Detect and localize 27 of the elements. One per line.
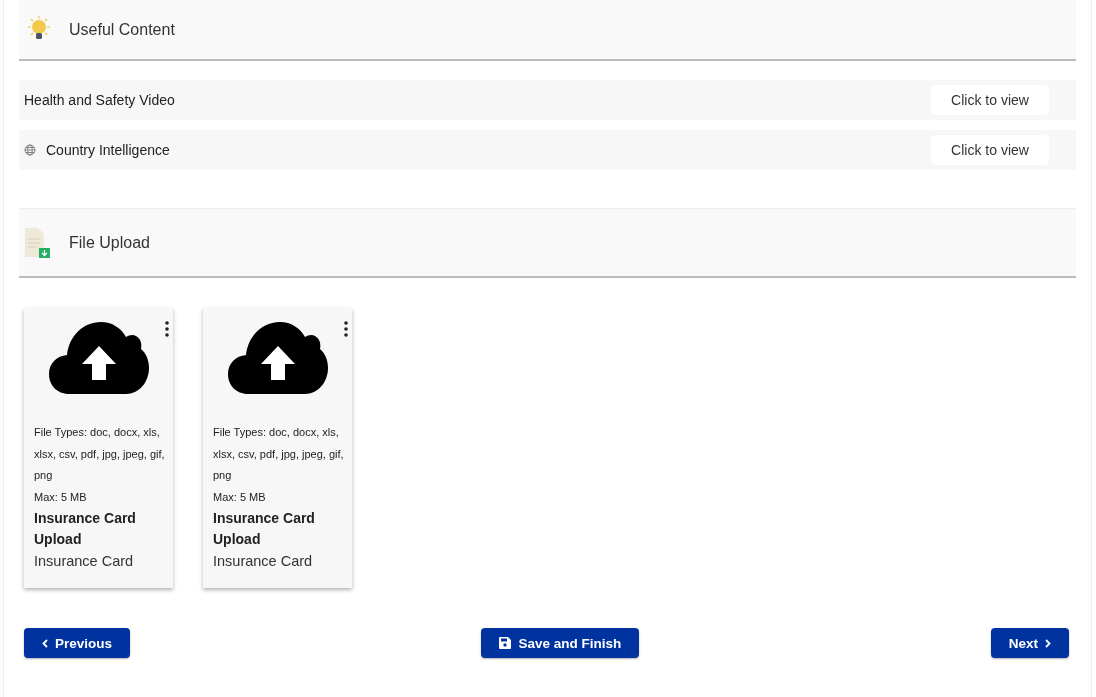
section-title: File Upload — [69, 233, 150, 252]
card-title: Insurance Card Upload — [213, 509, 316, 549]
chevron-left-icon — [42, 638, 48, 648]
file-types-text: File Types: doc, docx, xls, xlsx, csv, pdf, jpg, jpeg, gif, png — [34, 425, 166, 483]
view-button[interactable]: Click to view — [931, 85, 1049, 115]
section-title: Useful Content — [69, 20, 175, 39]
cloud-upload-icon — [228, 322, 328, 394]
file-types-text: File Types: doc, docx, xls, xlsx, csv, pdf, jpg, jpeg, gif, png — [213, 425, 345, 483]
upload-card[interactable]: File Types: doc, docx, xls, xlsx, csv, pdf, jpg, jpeg, gif, png Max: 5 MB Insurance Card Upload Insurance Card — [24, 308, 173, 588]
globe-icon — [24, 144, 36, 156]
card-title: Insurance Card Upload — [34, 509, 137, 549]
content-title: Health and Safety Video — [24, 92, 175, 108]
cloud-upload-icon — [49, 322, 149, 394]
max-size-text: Max: 5 MB — [213, 489, 267, 505]
chevron-right-icon — [1045, 638, 1051, 648]
save-button[interactable]: Save and Finish — [481, 628, 640, 658]
upload-card[interactable]: File Types: doc, docx, xls, xlsx, csv, pdf, jpg, jpeg, gif, png Max: 5 MB Insurance Card Upload Insurance Card — [203, 308, 352, 588]
view-button[interactable]: Click to view — [931, 135, 1049, 165]
card-subtitle: Insurance Card — [34, 552, 135, 571]
save-icon — [499, 637, 512, 649]
more-options-icon[interactable] — [344, 321, 348, 337]
more-options-icon[interactable] — [165, 321, 169, 337]
previous-button[interactable]: Previous — [24, 628, 131, 658]
card-subtitle: Insurance Card — [213, 552, 314, 571]
next-button[interactable]: Next — [990, 628, 1069, 658]
content-title: Country Intelligence — [46, 142, 170, 158]
max-size-text: Max: 5 MB — [34, 489, 88, 505]
